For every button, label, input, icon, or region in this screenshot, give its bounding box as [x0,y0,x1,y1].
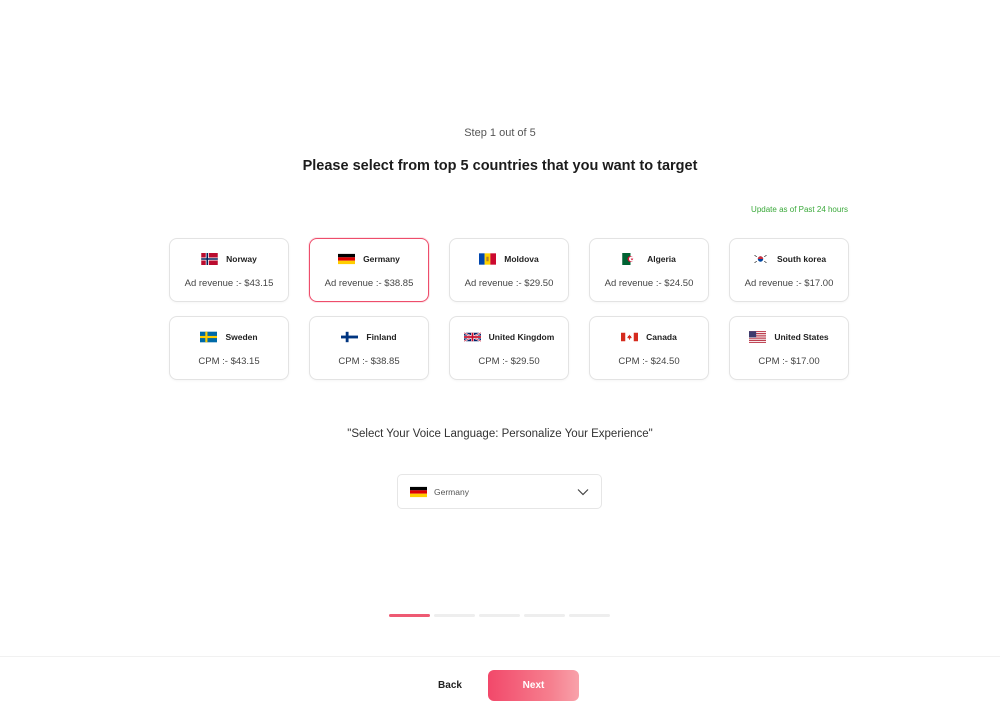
update-note: Update as of Past 24 hours [751,205,848,214]
voice-language-title: "Select Your Voice Language: Personalize… [347,428,653,440]
country-metric: CPM :- $38.85 [338,356,400,367]
country-card-united-kingdom[interactable]: United Kingdom CPM :- $29.50 [449,316,569,380]
country-name: Finland [366,332,397,342]
step-label: Step 1 out of 5 [464,127,536,139]
country-card-germany[interactable]: Germany Ad revenue :- $38.85 [309,238,429,302]
country-card-canada[interactable]: Canada CPM :- $24.50 [589,316,709,380]
country-name: Moldova [504,254,539,264]
germany-flag-icon [338,253,356,265]
country-name: Germany [363,254,400,264]
page-title: Please select from top 5 countries that … [302,158,698,174]
uk-flag-icon [463,331,481,343]
next-button[interactable]: Next [488,670,579,701]
finland-flag-icon [341,331,359,343]
country-name: Canada [646,332,677,342]
country-metric: CPM :- $17.00 [758,356,820,367]
germany-flag-icon [410,486,427,498]
country-card-finland[interactable]: Finland CPM :- $38.85 [309,316,429,380]
voice-language-value: Germany [434,486,469,497]
country-card-united-states[interactable]: United States CPM :- $17.00 [729,316,849,380]
country-name: Algeria [647,254,676,264]
country-metric: Ad revenue :- $43.15 [184,278,274,289]
south-korea-flag-icon [752,253,769,265]
canada-flag-icon [621,331,639,343]
progress-segment [389,614,430,617]
algeria-flag-icon [622,253,639,265]
progress-segment [524,614,565,617]
country-card-moldova[interactable]: Moldova Ad revenue :- $29.50 [449,238,569,302]
chevron-down-icon [577,488,589,495]
progress-segment [479,614,520,617]
progress-segment [569,614,610,617]
country-card-norway[interactable]: Norway Ad revenue :- $43.15 [169,238,289,302]
progress-segment [434,614,475,617]
country-metric: Ad revenue :- $38.85 [324,278,414,289]
step-progress [389,614,610,617]
country-card-algeria[interactable]: Algeria Ad revenue :- $24.50 [589,238,709,302]
country-metric: Ad revenue :- $29.50 [464,278,554,289]
country-card-sweden[interactable]: Sweden CPM :- $43.15 [169,316,289,380]
country-metric: CPM :- $24.50 [618,356,680,367]
moldova-flag-icon [479,253,497,265]
country-name: United Kingdom [488,332,555,342]
country-card-south-korea[interactable]: South korea Ad revenue :- $17.00 [729,238,849,302]
onboarding-page: Step 1 out of 5 Please select from top 5… [0,0,1000,711]
country-name: Sweden [225,332,258,342]
norway-flag-icon [201,253,218,265]
country-metric: Ad revenue :- $17.00 [744,278,834,289]
country-metric: Ad revenue :- $24.50 [604,278,694,289]
back-button[interactable]: Back [420,670,480,700]
voice-language-select[interactable]: Germany [397,474,602,509]
country-metric: CPM :- $43.15 [198,356,260,367]
country-name: Norway [226,254,257,264]
footer-bar: Back Next [0,656,1000,711]
country-metric: CPM :- $29.50 [478,356,540,367]
country-name: South korea [776,254,827,264]
country-name: United States [774,332,829,342]
country-grid: Norway Ad revenue :- $43.15 Germany Ad r… [169,238,849,380]
us-flag-icon [749,331,767,343]
sweden-flag-icon [200,331,218,343]
